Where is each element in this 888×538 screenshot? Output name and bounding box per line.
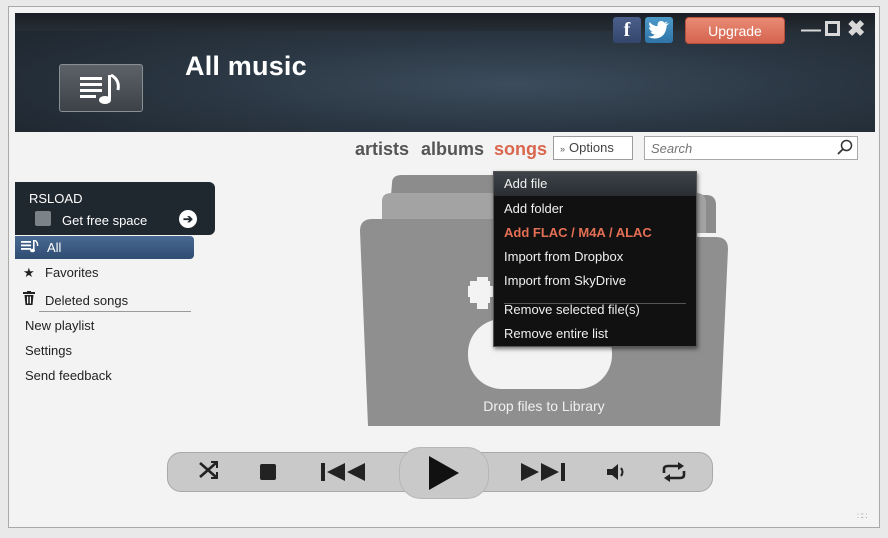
sidebar-item-label: Favorites	[45, 265, 99, 280]
rsload-panel: RSLOAD Get free space ➔	[15, 182, 215, 235]
close-icon[interactable]: ✖	[847, 16, 865, 42]
twitter-button[interactable]	[645, 17, 673, 43]
play-icon[interactable]	[427, 455, 461, 496]
volume-icon[interactable]	[606, 463, 628, 486]
search-icon[interactable]	[837, 139, 853, 160]
menu-item-add-folder[interactable]: Add folder	[504, 201, 563, 216]
previous-icon[interactable]	[321, 462, 367, 487]
sidebar-item-send-feedback[interactable]: Send feedback	[25, 368, 112, 383]
arrow-right-icon[interactable]: ➔	[179, 210, 197, 228]
resize-grip-icon[interactable]: ∷∷	[857, 511, 868, 522]
page-title: All music	[185, 51, 307, 81]
chevron-down-icon: »	[560, 144, 566, 154]
shuffle-icon[interactable]	[197, 459, 219, 486]
search-input[interactable]	[644, 136, 858, 160]
tab-artists[interactable]: artists	[355, 139, 409, 161]
sidebar-item-all[interactable]: All	[15, 236, 194, 259]
menu-item-import-dropbox[interactable]: Import from Dropbox	[504, 249, 623, 264]
tab-albums[interactable]: albums	[421, 139, 484, 161]
menu-item-remove-list[interactable]: Remove entire list	[504, 326, 608, 341]
upgrade-button[interactable]: Upgrade	[685, 17, 785, 44]
menu-item-add-file[interactable]: Add file	[494, 172, 696, 196]
app-logo	[59, 64, 143, 112]
tab-songs[interactable]: songs	[494, 139, 547, 161]
next-icon[interactable]	[519, 462, 565, 487]
rsload-title: RSLOAD	[29, 191, 83, 206]
get-free-space-label[interactable]: Get free space	[62, 213, 147, 228]
playlist-icon	[21, 239, 39, 256]
sidebar-item-new-playlist[interactable]: New playlist	[25, 318, 94, 333]
app-window: All music f Upgrade — ✖ artists albums s…	[8, 6, 880, 528]
sidebar-item-deleted-songs[interactable]: Deleted songs	[23, 291, 128, 308]
music-list-icon	[80, 73, 120, 104]
storage-icon	[35, 211, 51, 226]
trash-icon	[23, 291, 41, 308]
menu-item-add-flac[interactable]: Add FLAC / M4A / ALAC	[504, 225, 652, 240]
sidebar-divider	[39, 311, 191, 312]
menu-item-import-skydrive[interactable]: Import from SkyDrive	[504, 273, 626, 288]
facebook-button[interactable]: f	[613, 17, 641, 43]
minimize-icon[interactable]: —	[801, 19, 821, 42]
repeat-icon[interactable]	[660, 461, 688, 488]
sidebar-item-label: All	[47, 240, 62, 255]
star-icon: ★	[23, 265, 35, 280]
menu-item-remove-selected[interactable]: Remove selected file(s)	[504, 302, 640, 317]
header: All music f Upgrade — ✖	[15, 13, 875, 132]
twitter-bird-icon	[648, 21, 669, 39]
sidebar-item-favorites[interactable]: ★ Favorites	[23, 265, 98, 281]
drop-files-label: Drop files to Library	[483, 398, 605, 414]
stop-icon[interactable]	[259, 463, 277, 486]
maximize-icon[interactable]	[825, 19, 840, 42]
sidebar-item-settings[interactable]: Settings	[25, 343, 72, 358]
options-label: Options	[569, 140, 614, 155]
options-menu: Add file Add folder Add FLAC / M4A / ALA…	[493, 171, 697, 347]
sidebar-item-label: Deleted songs	[45, 293, 129, 308]
options-button[interactable]: » Options	[553, 136, 633, 160]
